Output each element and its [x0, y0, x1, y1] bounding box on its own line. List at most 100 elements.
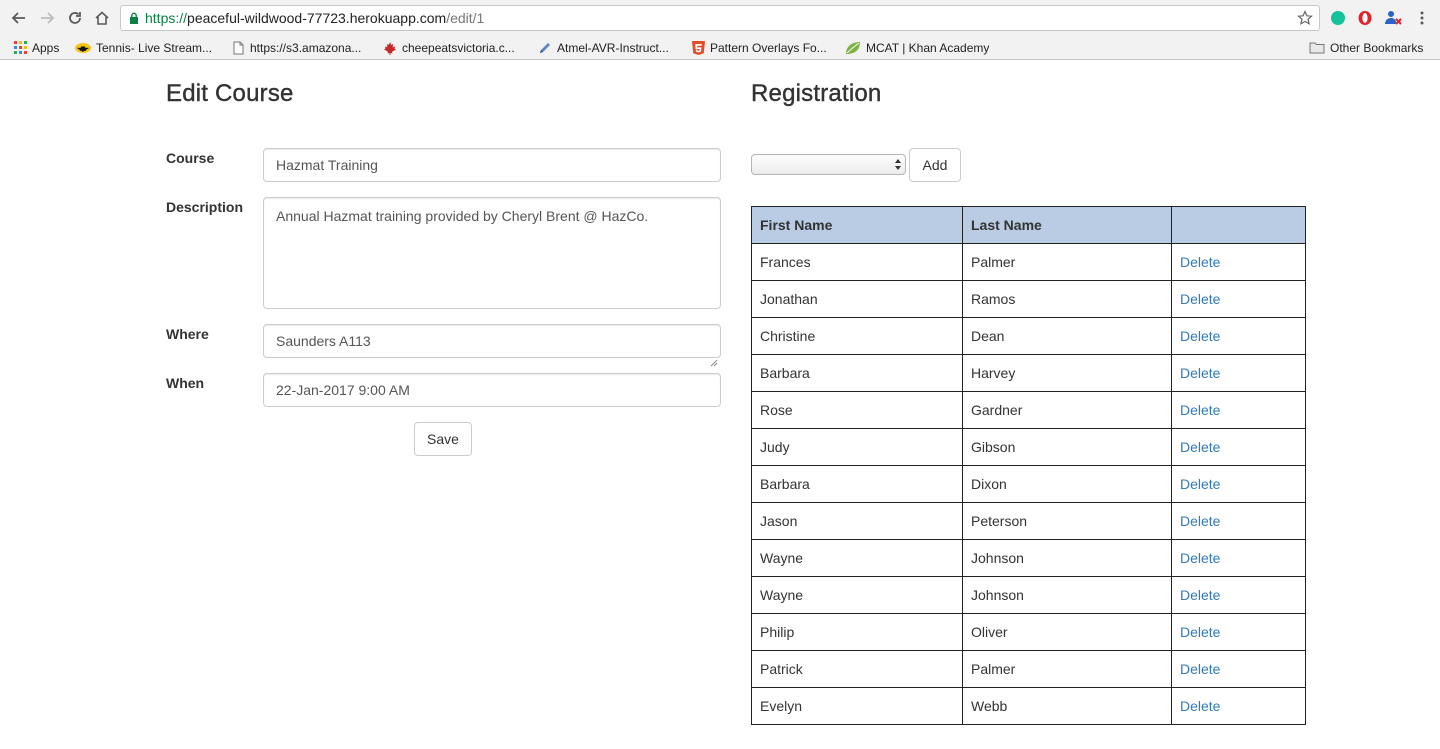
forward-icon[interactable]	[36, 7, 58, 29]
last-name-cell: Webb	[962, 687, 1172, 725]
first-name-cell: Barbara	[751, 465, 963, 503]
registration-table-body: Frances Palmer Delete Jonathan Ramos Delete Ch…	[751, 243, 1306, 725]
url-scheme: https://	[145, 10, 188, 26]
delete-link[interactable]: Delete	[1180, 254, 1220, 270]
delete-link[interactable]: Delete	[1180, 439, 1220, 455]
page-content: Edit Course Course Description Annual Ha…	[0, 61, 1440, 749]
table-header-row: First Name Last Name	[751, 206, 1306, 244]
actions-cell: Delete	[1171, 613, 1306, 651]
where-input[interactable]	[263, 324, 721, 358]
last-name-cell: Ramos	[962, 280, 1172, 318]
edit-course-title: Edit Course	[166, 80, 294, 107]
first-name-cell: Patrick	[751, 650, 963, 688]
last-name-header: Last Name	[962, 206, 1172, 244]
opera-extension-icon[interactable]	[1356, 9, 1374, 27]
last-name-cell: Palmer	[962, 243, 1172, 281]
when-input[interactable]	[263, 373, 721, 407]
delete-link[interactable]: Delete	[1180, 476, 1220, 492]
save-button[interactable]: Save	[414, 422, 472, 456]
table-row: Evelyn Webb Delete	[751, 687, 1306, 725]
first-name-cell: Wayne	[751, 576, 963, 614]
first-name-cell: Jonathan	[751, 280, 963, 318]
table-row: Wayne Johnson Delete	[751, 576, 1306, 614]
course-label: Course	[166, 150, 215, 166]
table-row: Philip Oliver Delete	[751, 613, 1306, 651]
description-textarea[interactable]: Annual Hazmat training provided by Chery…	[263, 197, 721, 309]
first-name-cell: Christine	[751, 317, 963, 355]
bookmark-label: Tennis- Live Stream...	[96, 40, 213, 55]
other-bookmarks[interactable]: Other Bookmarks	[1309, 39, 1423, 56]
first-name-header: First Name	[751, 206, 963, 244]
select-arrows-icon	[894, 157, 902, 177]
registration-title: Registration	[751, 80, 882, 107]
delete-link[interactable]: Delete	[1180, 291, 1220, 307]
bookmark-pattern-overlays[interactable]: Pattern Overlays Fo...	[691, 39, 827, 56]
actions-cell: Delete	[1171, 576, 1306, 614]
delete-link[interactable]: Delete	[1180, 328, 1220, 344]
table-row: Christine Dean Delete	[751, 317, 1306, 355]
actions-cell: Delete	[1171, 354, 1306, 392]
first-name-cell: Evelyn	[751, 687, 963, 725]
browser-menu-icon[interactable]	[1413, 9, 1431, 27]
actions-cell: Delete	[1171, 317, 1306, 355]
delete-link[interactable]: Delete	[1180, 513, 1220, 529]
table-row: Judy Gibson Delete	[751, 428, 1306, 466]
course-input[interactable]	[263, 148, 721, 182]
first-name-cell: Judy	[751, 428, 963, 466]
delete-link[interactable]: Delete	[1180, 402, 1220, 418]
grammarly-extension-icon[interactable]	[1329, 9, 1347, 27]
table-row: Jonathan Ramos Delete	[751, 280, 1306, 318]
actions-cell: Delete	[1171, 243, 1306, 281]
actions-cell: Delete	[1171, 465, 1306, 503]
delete-link[interactable]: Delete	[1180, 698, 1220, 714]
pen-icon	[538, 41, 552, 55]
bookmark-apps[interactable]: Apps	[13, 39, 59, 56]
home-icon[interactable]	[91, 7, 113, 29]
khan-leaf-icon	[845, 41, 861, 55]
first-name-cell: Jason	[751, 502, 963, 540]
other-bookmarks-label: Other Bookmarks	[1330, 40, 1424, 55]
bookmark-star-icon[interactable]	[1297, 10, 1313, 29]
bookmark-label: Apps	[32, 40, 60, 55]
actions-cell: Delete	[1171, 502, 1306, 540]
actions-cell: Delete	[1171, 539, 1306, 577]
browser-toolbar: https://peaceful-wildwood-77723.herokuap…	[0, 0, 1440, 35]
address-bar[interactable]: https://peaceful-wildwood-77723.herokuap…	[120, 5, 1320, 31]
delete-link[interactable]: Delete	[1180, 587, 1220, 603]
delete-link[interactable]: Delete	[1180, 624, 1220, 640]
first-name-cell: Wayne	[751, 539, 963, 577]
actions-cell: Delete	[1171, 280, 1306, 318]
first-name-cell: Rose	[751, 391, 963, 429]
last-name-cell: Dixon	[962, 465, 1172, 503]
html5-icon	[691, 40, 705, 55]
delete-link[interactable]: Delete	[1180, 550, 1220, 566]
delete-link[interactable]: Delete	[1180, 661, 1220, 677]
maple-leaf-icon	[383, 41, 397, 55]
url-host: peaceful-wildwood-77723.herokuapp.com	[187, 10, 447, 26]
bookmark-label: MCAT | Khan Academy	[866, 40, 990, 55]
bookmark-s3[interactable]: https://s3.amazona...	[231, 39, 361, 56]
bookmark-tennis[interactable]: Tennis- Live Stream...	[75, 39, 212, 56]
url-path: /edit/1	[446, 10, 485, 26]
last-name-cell: Gibson	[962, 428, 1172, 466]
table-row: Jason Peterson Delete	[751, 502, 1306, 540]
bookmark-khan-academy[interactable]: MCAT | Khan Academy	[845, 39, 989, 56]
bookmark-label: Pattern Overlays Fo...	[710, 40, 827, 55]
add-button[interactable]: Add	[909, 148, 961, 182]
last-name-cell: Johnson	[962, 576, 1172, 614]
registration-table: First Name Last Name Frances Palmer Delete…	[751, 206, 1306, 725]
bookmark-cheepeats[interactable]: cheepeatsvictoria.c...	[383, 39, 515, 56]
first-name-cell: Philip	[751, 613, 963, 651]
where-label: Where	[166, 326, 209, 342]
table-row: Rose Gardner Delete	[751, 391, 1306, 429]
profile-extension-icon[interactable]	[1384, 9, 1402, 27]
first-name-cell: Barbara	[751, 354, 963, 392]
delete-link[interactable]: Delete	[1180, 365, 1220, 381]
back-icon[interactable]	[8, 7, 30, 29]
description-label: Description	[166, 199, 244, 215]
bookmark-atmel[interactable]: Atmel-AVR-Instruct...	[538, 39, 669, 56]
reload-icon[interactable]	[64, 7, 86, 29]
table-row: Wayne Johnson Delete	[751, 539, 1306, 577]
last-name-cell: Johnson	[962, 539, 1172, 577]
student-select[interactable]	[751, 154, 906, 175]
